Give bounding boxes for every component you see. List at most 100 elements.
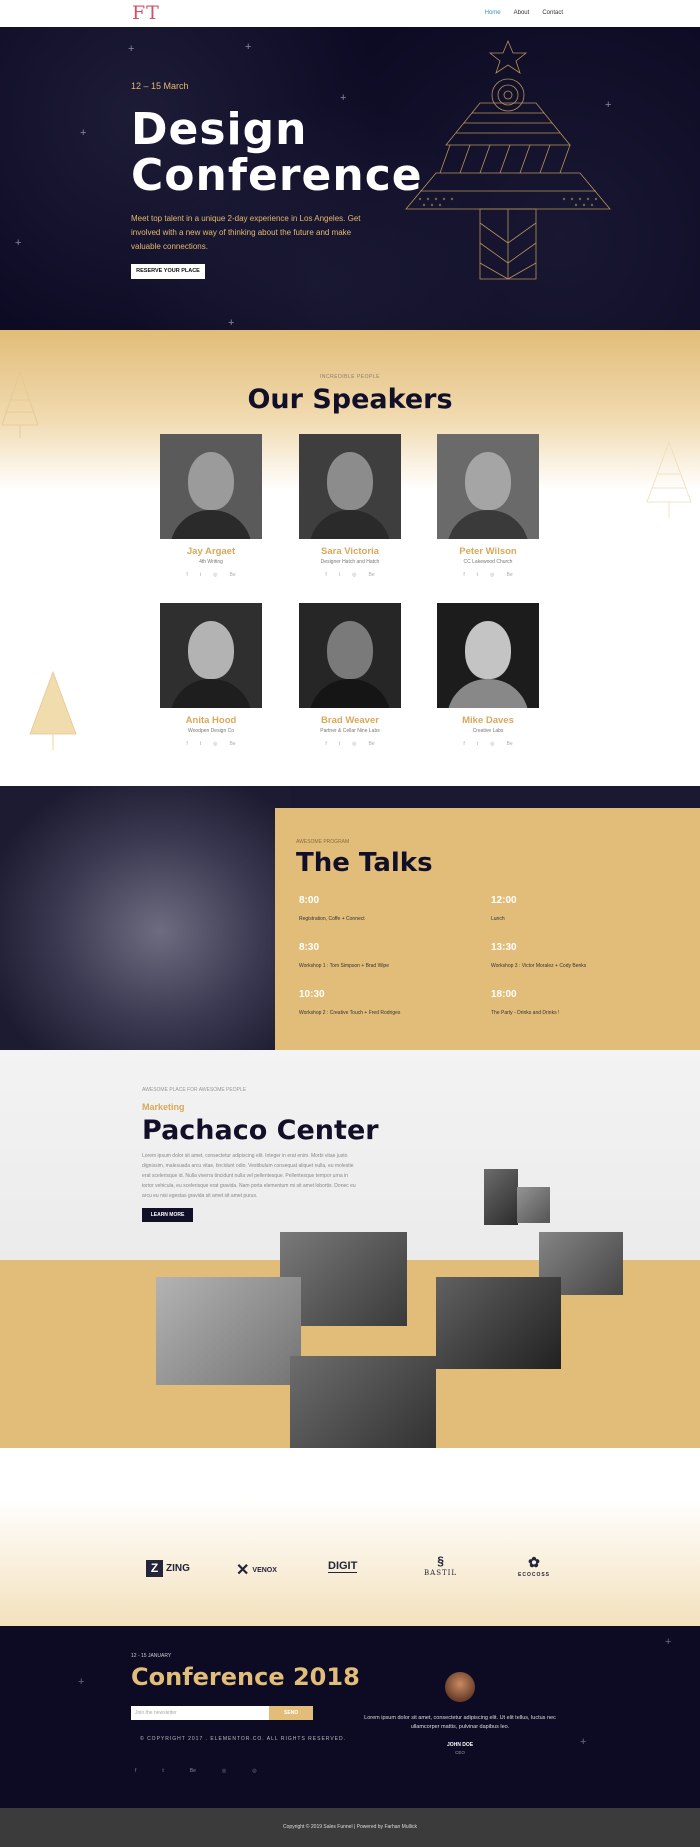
facebook-icon[interactable]: f [186,741,187,747]
hero-title: Design Conference [131,107,423,199]
speaker-name[interactable]: Peter Wilson [437,546,539,557]
twitter-icon[interactable]: t [339,741,340,747]
instagram-icon[interactable]: ◎ [222,1768,226,1774]
speaker-card[interactable]: Sara Victoria Designer Hatch and Hatch f… [299,434,401,578]
slot-time: 8:00 [299,895,320,906]
speaker-card[interactable]: Mike Daves Creative Labs f t ◎ Be [437,603,539,747]
slot-time: 12:00 [491,895,517,906]
behance-icon[interactable]: Be [230,572,236,578]
speaker-name[interactable]: Brad Weaver [299,715,401,726]
newsletter-email-input[interactable]: Join the newsletter [131,1706,269,1720]
speaker-photo [437,603,539,708]
schedule-slot: 12:00 Lunch [491,895,651,922]
behance-icon[interactable]: Be [507,572,513,578]
behance-icon[interactable]: Be [369,572,375,578]
speaker-card[interactable]: Jay Argaet 4th Writing f t ◎ Be [160,434,262,578]
slot-description: Lunch [491,916,505,922]
slot-description: Workshop 3 : Victor Moralez + Cody Benks [491,963,587,969]
partner-logo-venox[interactable]: ✕ VENOX [236,1560,277,1580]
testimonial-quote: Lorem ipsum dolor sit amet, consectetur … [364,1715,556,1730]
footer-copyright: © COPYRIGHT 2017 . ELEMENTOR.CO. ALL RIG… [140,1736,346,1742]
schedule-slot: 8:30 Workshop 1 : Tom Simpson + Brad Wip… [299,942,459,969]
speaker-photo [160,434,262,539]
partner-logo-zing[interactable]: Z ZING [146,1560,190,1577]
speaker-card[interactable]: Peter Wilson CC Lakewood Church f t ◎ Be [437,434,539,578]
speakers-title: Our Speakers [247,384,453,415]
learn-more-button[interactable]: LEARN MORE [142,1208,193,1222]
speaker-card[interactable]: Anita Hood Woodpen Design Co f t ◎ Be [160,603,262,747]
speaker-role: CC Lakewood Church [463,559,513,565]
gallery-image[interactable] [517,1187,550,1223]
tree-decoration-icon [29,670,77,750]
slot-time: 13:30 [491,942,517,953]
gallery-image[interactable] [290,1356,436,1448]
site-logo[interactable]: FT [132,2,160,24]
newsletter-send-button[interactable]: SEND [269,1706,313,1720]
partner-logo-ecocoss[interactable]: ✿ ECOCOSS [518,1554,550,1578]
behance-icon[interactable]: Be [190,1768,196,1774]
facebook-icon[interactable]: f [325,572,326,578]
facebook-icon[interactable]: f [463,741,464,747]
gallery-image[interactable] [156,1277,301,1385]
speaker-role: Designer Hatch and Hatch [320,559,380,565]
facebook-icon[interactable]: f [325,741,326,747]
speaker-name[interactable]: Jay Argaet [160,546,262,557]
speaker-name[interactable]: Anita Hood [160,715,262,726]
twitter-icon[interactable]: t [200,741,201,747]
partner-logos-section: Z ZING ✕ VENOX DIGIT § BASTIL ✿ ECOCOSS [0,1448,700,1626]
facebook-icon[interactable]: f [135,1768,136,1774]
talks-section: AWESOME PROGRAM The Talks 8:00 Registrat… [0,786,700,1050]
twitter-icon[interactable]: t [477,572,478,578]
gallery-image[interactable] [436,1277,561,1369]
speaker-card[interactable]: Brad Weaver Partner & Cellar Nine Labs f… [299,603,401,747]
dribbble-icon[interactable]: ◎ [352,572,356,578]
behance-icon[interactable]: Be [230,741,236,747]
menu-item-about[interactable]: About [514,10,530,16]
top-navbar: FT Home About Contact [0,0,700,27]
dribbble-icon[interactable]: ◎ [490,572,494,578]
speaker-role: 4th Writing [199,559,223,565]
footer-section: + + + 12 - 15 JANUARY Conference 2018 Jo… [0,1626,700,1808]
schedule-slot: 18:00 The Party - Drinks and Drinks ! [491,989,651,1016]
reserve-place-button[interactable]: RESERVE YOUR PLACE [131,264,205,279]
speaker-social-links: f t ◎ Be [160,572,262,578]
twitter-icon[interactable]: t [477,741,478,747]
slot-time: 18:00 [491,989,517,1000]
testimonial-avatar [445,1672,475,1702]
slot-description: Registration, Coffe + Connect [299,916,365,922]
behance-icon[interactable]: Be [507,741,513,747]
schedule-slot: 10:30 Workshop 2 : Creative Touch + Fred… [299,989,459,1016]
twitter-icon[interactable]: t [162,1768,163,1774]
speakers-eyebrow: INCREDIBLE PEOPLE [320,374,380,380]
speaker-role: Partner & Cellar Nine Labs [320,728,380,734]
dribbble-icon[interactable]: ◎ [352,741,356,747]
twitter-icon[interactable]: t [339,572,340,578]
partner-logo-digit[interactable]: DIGIT [328,1560,358,1573]
speaker-photo [299,603,401,708]
venox-logo-icon: ✕ [236,1562,250,1579]
menu-item-home[interactable]: Home [485,10,501,16]
plus-sparkle-icon: + [15,237,22,249]
speaker-name[interactable]: Sara Victoria [299,546,401,557]
talks-title: The Talks [296,848,433,878]
partner-logo-bastil[interactable]: § BASTIL [424,1554,457,1577]
newsletter-form: Join the newsletter SEND [131,1706,313,1720]
speakers-section: INCREDIBLE PEOPLE Our Speakers Jay Argae… [0,330,700,786]
menu-item-contact[interactable]: Contact [542,10,563,16]
dribbble-icon[interactable]: ◎ [213,741,217,747]
gallery-image[interactable] [484,1169,518,1225]
venue-body-text: Lorem ipsum dolor sit amet, consectetur … [142,1153,356,1199]
dribbble-icon[interactable]: ◎ [213,572,217,578]
dribbble-icon[interactable]: ◎ [490,741,494,747]
twitter-icon[interactable]: t [200,572,201,578]
behance-icon[interactable]: Be [369,741,375,747]
footer-title: Conference 2018 [131,1663,360,1691]
plus-sparkle-icon: + [245,41,252,53]
dribbble-icon[interactable]: ◎ [252,1768,256,1774]
facebook-icon[interactable]: f [186,572,187,578]
plus-sparkle-icon: + [580,1736,587,1748]
facebook-icon[interactable]: f [463,572,464,578]
schedule-slot: 13:30 Workshop 3 : Victor Moralez + Cody… [491,942,651,969]
speaker-photo [437,434,539,539]
speaker-name[interactable]: Mike Daves [437,715,539,726]
